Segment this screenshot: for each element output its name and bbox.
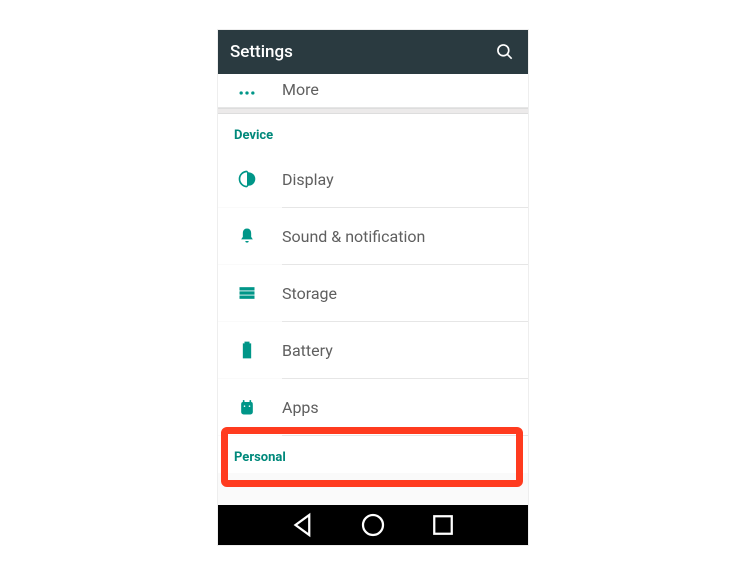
nav-back-button[interactable] — [288, 510, 318, 540]
circle-home-icon — [358, 510, 388, 540]
square-recent-icon — [428, 510, 458, 540]
search-button[interactable] — [494, 41, 516, 63]
storage-icon — [234, 280, 260, 306]
settings-item-battery[interactable]: Battery — [218, 322, 528, 378]
more-icon — [234, 80, 260, 106]
triangle-back-icon — [288, 510, 318, 540]
battery-icon — [234, 337, 260, 363]
search-icon — [495, 42, 515, 62]
settings-item-label: Storage — [282, 284, 337, 303]
display-icon — [234, 166, 260, 192]
android-navbar — [218, 505, 528, 545]
settings-screen: Settings More Device Display — [218, 30, 528, 545]
settings-item-label: Battery — [282, 341, 333, 360]
section-header-personal: Personal — [218, 436, 528, 473]
settings-item-display[interactable]: Display — [218, 151, 528, 207]
nav-home-button[interactable] — [358, 510, 388, 540]
settings-item-apps[interactable]: Apps — [218, 379, 528, 435]
settings-item-sound[interactable]: Sound & notification — [218, 208, 528, 264]
section-header-device: Device — [218, 114, 528, 151]
settings-item-label: More — [282, 80, 319, 99]
settings-item-storage[interactable]: Storage — [218, 265, 528, 321]
page-title: Settings — [230, 42, 494, 62]
apps-icon — [234, 394, 260, 420]
appbar: Settings — [218, 30, 528, 74]
bell-icon — [234, 223, 260, 249]
settings-list[interactable]: More Device Display Sound & notification — [218, 74, 528, 505]
settings-item-label: Sound & notification — [282, 227, 425, 246]
nav-recent-button[interactable] — [428, 510, 458, 540]
settings-item-label: Display — [282, 170, 334, 189]
settings-item-more[interactable]: More — [218, 74, 528, 108]
settings-item-label: Apps — [282, 398, 319, 417]
